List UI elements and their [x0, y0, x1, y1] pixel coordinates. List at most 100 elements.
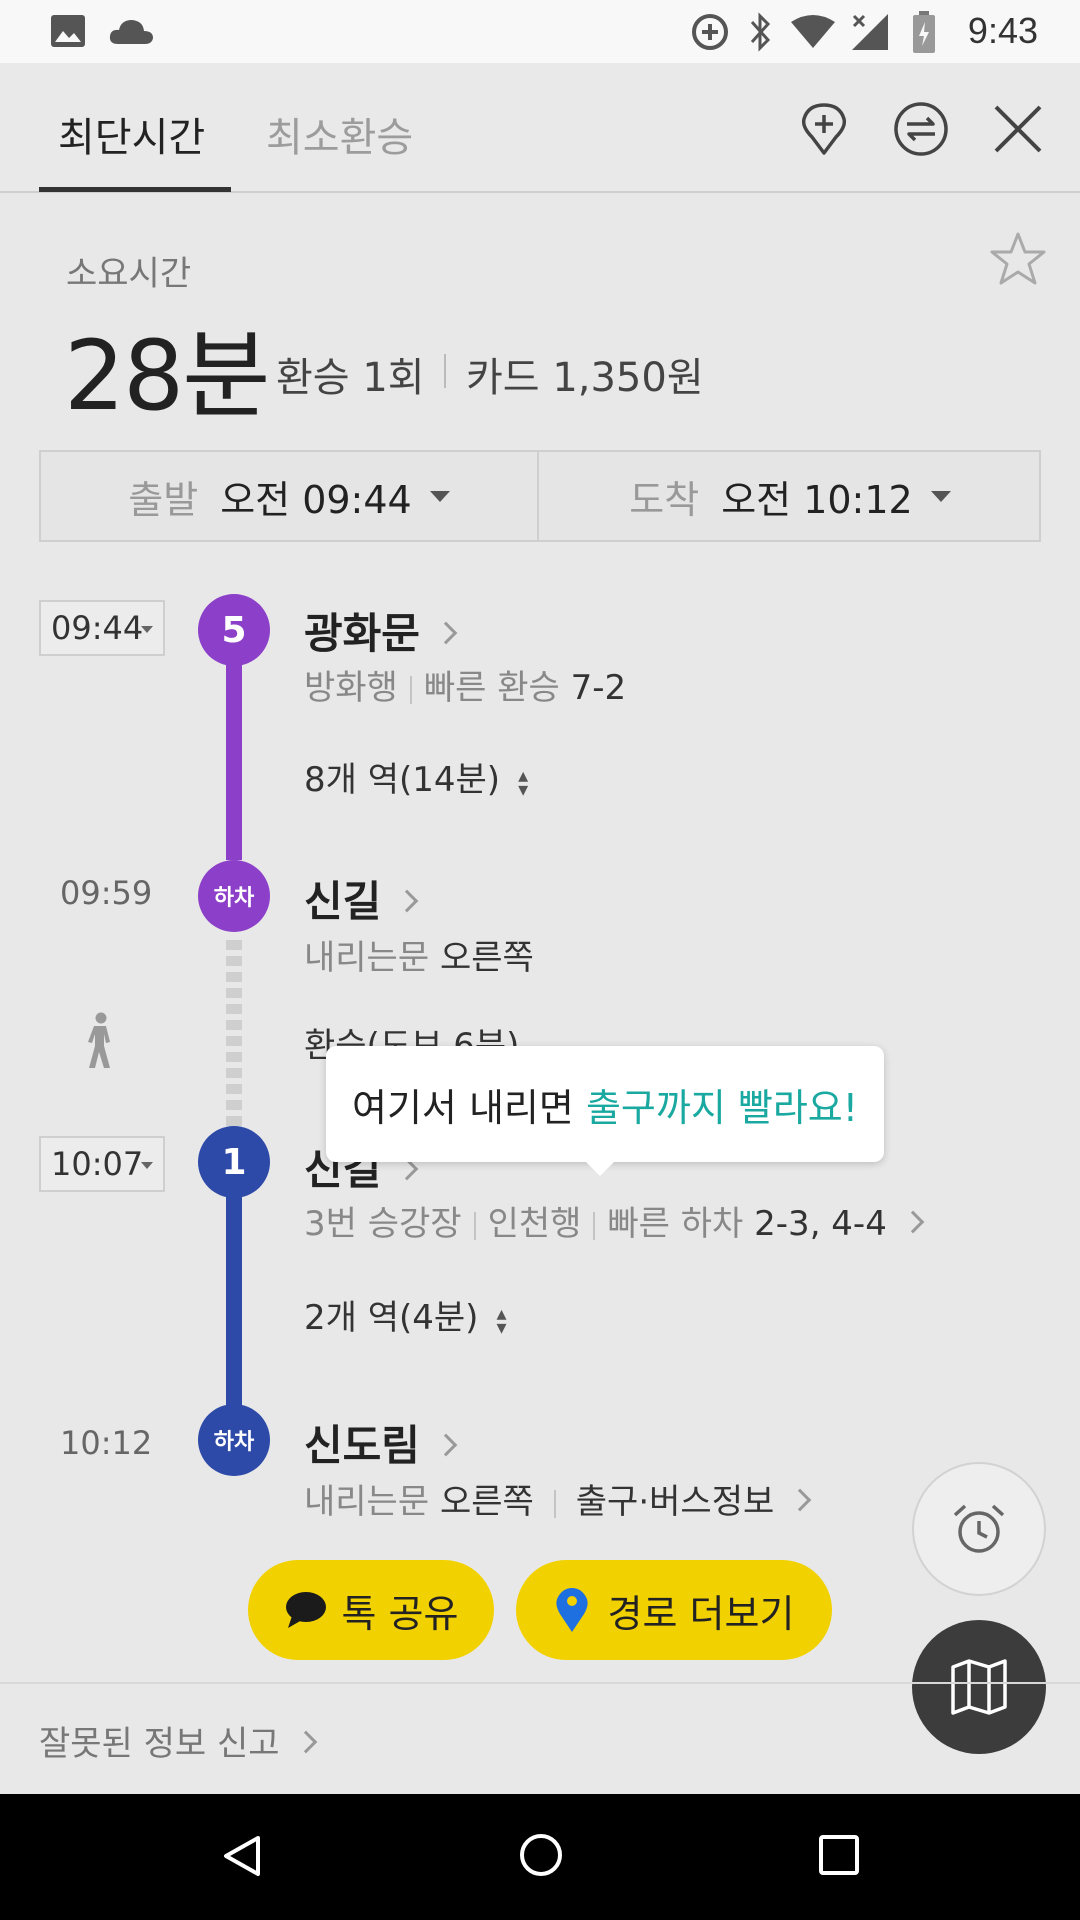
- dropdown-caret-icon: [141, 626, 153, 633]
- dropdown-caret-icon: [930, 490, 951, 502]
- expand-toggle-icon: ▴ ▾: [518, 762, 529, 801]
- arrival-time-dropdown[interactable]: 도착 오전 10:12: [541, 452, 1039, 540]
- tooltip-pointer: [582, 1158, 618, 1176]
- speech-bubble-icon: [285, 1592, 326, 1628]
- recents-icon[interactable]: [818, 1834, 860, 1876]
- favorite-star-icon[interactable]: [988, 230, 1048, 290]
- stop-count: 2개 역(4분): [304, 1298, 479, 1338]
- more-routes-button[interactable]: 경로 더보기: [516, 1560, 832, 1660]
- divider: [409, 675, 412, 704]
- duration-label: 소요시간: [66, 254, 192, 294]
- walk-transfer-line: [226, 940, 242, 1126]
- swap-route-icon[interactable]: [893, 101, 949, 157]
- fast-transfer-label: 빠른 환승: [423, 668, 560, 708]
- walking-person-icon: [88, 1012, 110, 1068]
- cellular-signal-icon: [852, 14, 888, 50]
- arrival-value: 오전 10:12: [721, 477, 913, 522]
- station-gwanghwamun[interactable]: 광화문: [304, 600, 458, 661]
- tab-fewest-transfers[interactable]: 최소환승: [266, 105, 413, 163]
- tooltip-highlight: 출구까지 빨라요!: [585, 1085, 858, 1130]
- departure-time-dropdown[interactable]: 출발 오전 09:44: [41, 452, 539, 540]
- route-tab-header: 최단시간 최소환승: [0, 63, 1080, 193]
- bluetooth-icon: [750, 12, 771, 52]
- leg2-stops-toggle[interactable]: 2개 역(4분) ▴ ▾: [304, 1290, 507, 1339]
- station-sindorim[interactable]: 신도림: [304, 1412, 458, 1473]
- chevron-right-icon: [901, 1210, 925, 1233]
- report-label: 잘못된 정보 신고: [39, 1724, 280, 1764]
- arrival-label: 도착: [629, 477, 700, 522]
- boarding-time: 09:44: [51, 609, 144, 647]
- departure-value: 오전 09:44: [220, 477, 412, 522]
- more-routes-label: 경로 더보기: [607, 1591, 795, 1636]
- home-icon[interactable]: [518, 1832, 564, 1878]
- close-icon[interactable]: [990, 101, 1046, 157]
- transfer-count: 환승 1회: [276, 355, 425, 401]
- summary-divider: [444, 354, 446, 388]
- divider: [473, 1211, 476, 1240]
- arrival-time: 10:12: [60, 1424, 153, 1462]
- alight1-info: 내리는문 오른쪽: [304, 930, 534, 979]
- divider: [0, 1682, 1080, 1684]
- chevron-right-icon: [788, 1488, 812, 1511]
- fast-exit-value: 2-3, 4-4: [754, 1204, 887, 1244]
- leg1-info: 방화행 빠른 환승 7-2: [304, 660, 626, 709]
- door-side: 오른쪽: [439, 938, 534, 978]
- alight-badge: 하차: [198, 860, 270, 932]
- line-5-badge: 5: [198, 594, 270, 666]
- alarm-button[interactable]: [912, 1462, 1046, 1596]
- chevron-right-icon: [294, 1730, 317, 1753]
- expand-toggle-icon: ▴ ▾: [496, 1300, 507, 1339]
- data-saver-icon: [692, 14, 728, 50]
- status-time: 9:43: [967, 10, 1038, 51]
- alarm-clock-icon: [953, 1504, 1005, 1553]
- door-side: 오른쪽: [439, 1482, 534, 1522]
- boarding-time-dropdown[interactable]: 10:07: [39, 1136, 165, 1192]
- alight-time: 09:59: [60, 874, 153, 912]
- exit-tip-tooltip[interactable]: 여기서 내리면 출구까지 빨라요!: [326, 1046, 884, 1162]
- fare: 카드 1,350원: [466, 355, 704, 401]
- add-waypoint-icon[interactable]: [796, 101, 852, 157]
- boarding-time-dropdown[interactable]: 09:44: [39, 600, 165, 656]
- boarding-time: 10:07: [51, 1145, 144, 1183]
- chevron-right-icon: [434, 1433, 458, 1456]
- fast-exit-label: 빠른 하차: [607, 1204, 744, 1244]
- battery-icon: [913, 11, 935, 53]
- tooltip-prefix: 여기서 내리면: [352, 1085, 586, 1130]
- stop-count: 8개 역(14분): [304, 760, 501, 800]
- alight-badge: 하차: [198, 1404, 270, 1476]
- map-view-button[interactable]: [912, 1620, 1046, 1754]
- kakaotalk-share-button[interactable]: 톡 공유: [248, 1560, 494, 1660]
- chevron-right-icon: [434, 621, 458, 644]
- leg2-info[interactable]: 3번 승강장 인천행 빠른 하차 2-3, 4-4: [304, 1196, 925, 1245]
- leg1-stops-toggle[interactable]: 8개 역(14분) ▴ ▾: [304, 752, 528, 801]
- map-icon: [951, 1659, 1007, 1715]
- platform: 3번 승강장: [304, 1204, 462, 1244]
- dropdown-caret-icon: [141, 1162, 153, 1169]
- image-icon: [51, 15, 85, 47]
- door-label: 내리는문: [304, 938, 430, 978]
- location-pin-icon: [555, 1588, 588, 1632]
- departure-label: 출발: [128, 477, 199, 522]
- system-navigation-bar: [0, 1794, 1080, 1920]
- door-label: 내리는문: [304, 1482, 430, 1522]
- time-selector: 출발 오전 09:44 도착 오전 10:12: [39, 450, 1041, 542]
- station-singil[interactable]: 신길: [304, 868, 419, 929]
- status-bar: 9:43: [0, 0, 1080, 63]
- back-icon[interactable]: [222, 1834, 262, 1878]
- active-tab-indicator: [39, 187, 231, 192]
- divider: [553, 1489, 556, 1518]
- wifi-icon: [791, 15, 835, 48]
- chevron-right-icon: [395, 889, 419, 912]
- exit-bus-info-link[interactable]: 출구·버스정보: [576, 1482, 775, 1522]
- cloud-icon: [109, 20, 153, 44]
- direction: 인천행: [487, 1204, 582, 1244]
- tab-fastest[interactable]: 최단시간: [58, 105, 205, 163]
- report-error-link[interactable]: 잘못된 정보 신고: [39, 1716, 317, 1765]
- line-1-segment: [226, 1162, 242, 1408]
- total-duration: 28분: [64, 320, 270, 432]
- share-label: 톡 공유: [341, 1591, 459, 1636]
- station-name: 광화문: [304, 609, 420, 658]
- station-name: 신도림: [304, 1421, 420, 1470]
- fast-transfer-value: 7-2: [570, 668, 627, 708]
- line-1-badge: 1: [198, 1126, 270, 1198]
